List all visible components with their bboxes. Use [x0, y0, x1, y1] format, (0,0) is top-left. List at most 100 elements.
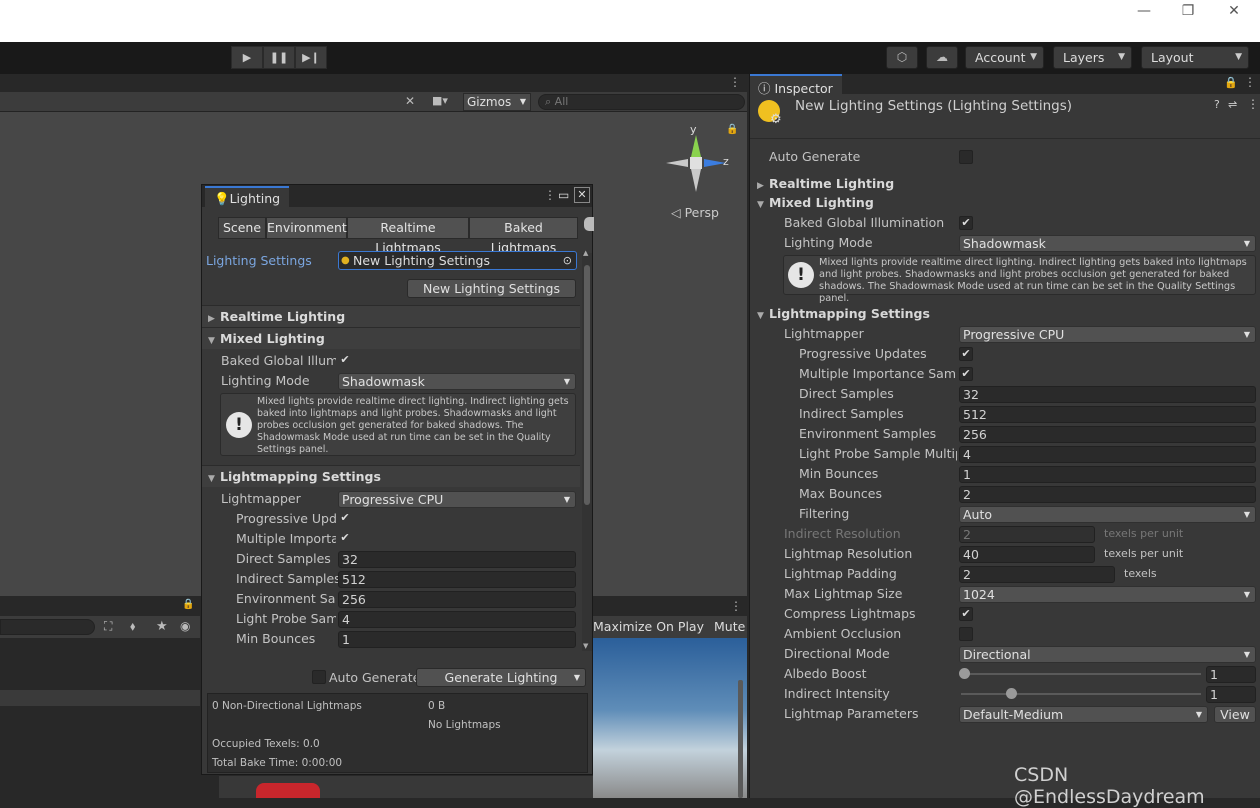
more-icon[interactable]: ⋮ [730, 599, 742, 613]
realtime-lighting-section[interactable]: ▶ Realtime Lighting [202, 305, 580, 327]
indirect-intensity-input[interactable]: 1 [1206, 686, 1256, 703]
lightmap-parameters-dropdown[interactable]: Default-Medium ▼ [959, 706, 1208, 723]
lighting-mode-dropdown[interactable]: Shadowmask ▼ [959, 235, 1256, 252]
project-search-input[interactable] [0, 619, 95, 635]
tab-scene[interactable]: Scene [218, 217, 266, 239]
tab-realtime-lightmaps[interactable]: Realtime Lightmaps [347, 217, 469, 255]
label-icon[interactable]: ⬧ [130, 619, 135, 634]
new-lighting-settings-button[interactable]: New Lighting Settings [407, 279, 576, 298]
mute-audio-toggle[interactable]: Mute Aud [714, 619, 747, 634]
multiple-checkbox[interactable]: ✔ [338, 532, 352, 546]
lightprobe-input[interactable]: 4 [959, 446, 1256, 463]
gizmos-button[interactable]: Gizmos ▼ [463, 93, 531, 111]
baked-gi-checkbox[interactable]: ✔ [338, 354, 352, 368]
layers-dropdown[interactable]: Layers ▼ [1053, 46, 1132, 69]
albedo-slider-track[interactable] [961, 673, 1201, 675]
more-icon[interactable]: ⋮ [544, 188, 556, 202]
star-icon[interactable]: ★ [156, 619, 168, 634]
direct-input[interactable]: 32 [959, 386, 1256, 403]
layout-dropdown[interactable]: Layout ▼ [1141, 46, 1249, 69]
close-button[interactable]: ✕ [1212, 0, 1256, 24]
project-selected-row[interactable] [0, 690, 200, 706]
maximize-icon[interactable]: ▭ [558, 188, 569, 202]
directional-mode-dropdown[interactable]: Directional ▼ [959, 646, 1256, 663]
lightmap-padding-input[interactable]: 2 [959, 566, 1115, 583]
view-button[interactable]: View [1214, 706, 1256, 723]
more-icon[interactable]: ⋮ [1247, 97, 1259, 111]
cloud-icon[interactable]: ☁ [926, 46, 958, 69]
max-bounces-input[interactable]: 2 [959, 486, 1256, 503]
close-icon[interactable]: ✕ [574, 187, 590, 203]
lock-icon[interactable]: 🔒 [1224, 76, 1238, 89]
lightmap-resolution-input[interactable]: 40 [959, 546, 1095, 563]
tab-environment[interactable]: Environment [266, 217, 347, 239]
help-icon[interactable]: ? [1214, 98, 1220, 111]
filtering-dropdown[interactable]: Auto ▼ [959, 506, 1256, 523]
multiple-checkbox[interactable]: ✔ [959, 367, 973, 381]
albedo-slider-handle[interactable] [959, 668, 970, 679]
more-icon[interactable]: ⋮ [1244, 75, 1256, 89]
more-icon[interactable]: ⋮ [729, 75, 741, 89]
scrollbar-thumb[interactable] [584, 265, 590, 505]
baked-gi-checkbox[interactable]: ✔ [959, 216, 973, 230]
environment-input[interactable]: 256 [959, 426, 1256, 443]
lightmapper-dropdown[interactable]: Progressive CPU ▼ [959, 326, 1256, 343]
pause-icon[interactable]: ❚❚ [263, 46, 295, 69]
indirect-input[interactable]: 512 [959, 406, 1256, 423]
account-dropdown[interactable]: Account ▼ [965, 46, 1044, 69]
lightmapping-section[interactable]: ▼ Lightmapping Settings [750, 304, 1260, 324]
lighting-scrollbar[interactable] [582, 253, 592, 651]
mixed-section[interactable]: ▼ Mixed Lighting [750, 193, 1260, 213]
tab-overflow[interactable] [584, 217, 594, 231]
compress-checkbox[interactable]: ✔ [959, 607, 973, 621]
mixed-lighting-section[interactable]: ▼ Mixed Lighting [202, 327, 580, 349]
auto-generate-checkbox[interactable] [959, 150, 973, 164]
hidden-icon[interactable]: ◉ [180, 619, 190, 633]
game-scrollbar[interactable] [738, 680, 743, 798]
camera-icon[interactable]: ■▾ [432, 94, 448, 107]
object-picker-icon[interactable]: ⊙ [563, 252, 572, 269]
lock-icon[interactable]: 🔒 [726, 124, 738, 135]
maximize-on-play-toggle[interactable]: Maximize On Play [593, 619, 704, 634]
auto-generate-checkbox[interactable] [312, 670, 326, 684]
progressive-checkbox[interactable]: ✔ [338, 512, 352, 526]
realtime-section[interactable]: ▶ Realtime Lighting [750, 174, 1260, 194]
restore-button[interactable]: ❐ [1166, 0, 1210, 24]
albedo-boost-input[interactable]: 1 [1206, 666, 1256, 683]
intensity-slider-handle[interactable] [1006, 688, 1017, 699]
lightmapping-section[interactable]: ▼ Lightmapping Settings [202, 465, 580, 487]
collab-icon[interactable]: ⬡ [886, 46, 918, 69]
intensity-slider-track[interactable] [961, 693, 1201, 695]
progressive-checkbox[interactable]: ✔ [959, 347, 973, 361]
orientation-gizmo[interactable] [664, 130, 732, 196]
lightprobe-input[interactable]: 4 [338, 611, 576, 628]
environment-input[interactable]: 256 [338, 591, 576, 608]
tools-icon[interactable]: ✕ [405, 94, 415, 108]
filter-type-icon[interactable]: ⛶ [104, 619, 112, 634]
lighting-tab[interactable]: 💡Lighting [205, 186, 289, 208]
game-view[interactable] [593, 638, 747, 798]
scene-search-input[interactable]: ⌕ All [538, 94, 745, 110]
minimize-button[interactable]: — [1122, 0, 1166, 24]
min-bounces-input[interactable]: 1 [959, 466, 1256, 483]
persp-label[interactable]: ◁ Persp [671, 205, 719, 220]
direct-input[interactable]: 32 [338, 551, 576, 568]
indirect-input[interactable]: 512 [338, 571, 576, 588]
inspector-tab[interactable]: ⓘ Inspector [750, 74, 842, 96]
lock-icon[interactable]: 🔒 [182, 599, 194, 610]
scroll-down-icon[interactable]: ▼ [583, 642, 588, 650]
step-icon[interactable]: ▶❙ [295, 46, 327, 69]
max-lightmap-size-dropdown[interactable]: 1024 ▼ [959, 586, 1256, 603]
scroll-up-icon[interactable]: ▲ [583, 249, 588, 257]
preset-icon[interactable]: ⇌ [1228, 98, 1237, 111]
lighting-settings-field[interactable]: ● New Lighting Settings ⊙ [338, 251, 577, 270]
minbounces-input[interactable]: 1 [338, 631, 576, 648]
play-icon[interactable]: ▶ [231, 46, 263, 69]
lightmapper-dropdown[interactable]: Progressive CPU ▼ [338, 491, 576, 508]
lighting-mode-dropdown[interactable]: Shadowmask ▼ [338, 373, 576, 390]
ambient-occlusion-row: Ambient Occlusion [750, 624, 1260, 644]
generate-lighting-button[interactable]: Generate Lighting ▼ [416, 668, 586, 687]
tab-baked-lightmaps[interactable]: Baked Lightmaps [469, 217, 578, 255]
window-titlebar [0, 0, 1260, 42]
ambient-occlusion-checkbox[interactable] [959, 627, 973, 641]
